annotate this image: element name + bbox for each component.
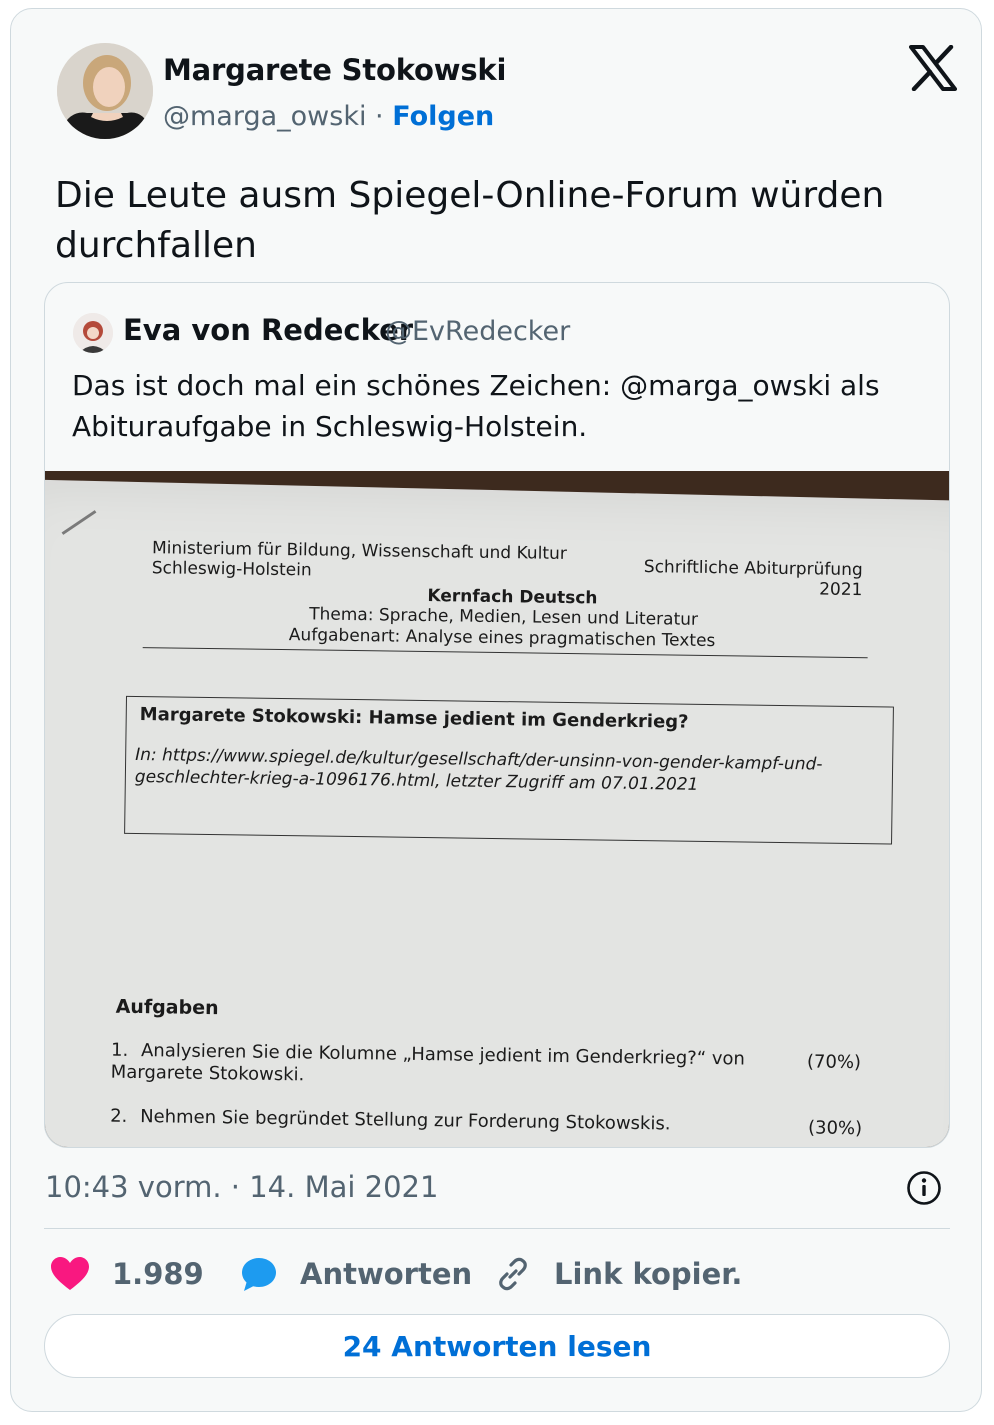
task-2-number: 2. xyxy=(109,1105,128,1127)
x-logo-icon[interactable] xyxy=(909,44,957,92)
ministry-block: Ministerium für Bildung, Wissenschaft un… xyxy=(152,538,567,584)
handle-separator: · xyxy=(366,101,393,132)
link-icon xyxy=(499,1257,527,1291)
tweet-timestamp[interactable]: 10:43 vorm. · 14. Mai 2021 xyxy=(45,1170,438,1204)
quote-author-name[interactable]: Eva von Redecker xyxy=(123,313,413,347)
quoted-tweet[interactable]: Eva von Redecker @EvRedecker Das ist doc… xyxy=(44,282,950,1148)
like-count: 1.989 xyxy=(112,1257,204,1291)
tweet-text: Die Leute ausm Spiegel-Online-Forum würd… xyxy=(55,175,885,266)
author-avatar[interactable] xyxy=(57,43,153,139)
task-1-weight: (70%) xyxy=(806,1051,862,1074)
reply-label: Antworten xyxy=(300,1257,473,1291)
reply-button[interactable]: Antworten xyxy=(240,1254,472,1294)
task-2-text: Nehmen Sie begründet Stellung zur Forder… xyxy=(139,1106,671,1135)
author-handle-row: @marga_owski · Folgen xyxy=(163,101,494,132)
copy-link-label: Link kopier. xyxy=(554,1257,743,1291)
read-replies-button[interactable]: 24 Antworten lesen xyxy=(44,1314,950,1378)
exam-line-2: 2021 xyxy=(819,579,863,601)
exam-subject: Kernfach Deutsch xyxy=(427,586,598,609)
follow-link[interactable]: Folgen xyxy=(392,101,494,132)
task-2: 2. Nehmen Sie begründet Stellung zur Ford… xyxy=(110,1106,671,1135)
task-1: 1. Analysieren Sie die Kolumne „Hamse jed… xyxy=(111,1040,772,1093)
divider xyxy=(44,1228,950,1229)
speech-bubble-icon xyxy=(242,1258,276,1291)
quote-author-handle[interactable]: @EvRedecker xyxy=(385,316,570,347)
task-2-weight: (30%) xyxy=(807,1117,863,1140)
task-1-text: Analysieren Sie die Kolumne „Hamse jedie… xyxy=(110,1040,746,1086)
author-name[interactable]: Margarete Stokowski xyxy=(163,53,506,87)
heart-icon xyxy=(51,1257,89,1290)
exam-line-1: Schriftliche Abiturprüfung xyxy=(643,557,863,581)
info-icon[interactable] xyxy=(906,1170,942,1206)
author-handle[interactable]: @marga_owski xyxy=(163,101,366,132)
task-1-number: 1. xyxy=(110,1039,129,1061)
copy-link-button[interactable]: Link kopier. xyxy=(494,1254,742,1294)
quote-author-avatar[interactable] xyxy=(73,313,113,353)
exam-block: Schriftliche Abiturprüfung 2021 xyxy=(643,557,863,601)
exam-photo[interactable]: Ministerium für Bildung, Wissenschaft un… xyxy=(45,471,949,1147)
exam-document: Ministerium für Bildung, Wissenschaft un… xyxy=(45,471,949,1147)
quote-text: Das ist doch mal ein schönes Zeichen: @m… xyxy=(72,369,880,443)
tasks-heading: Aufgaben xyxy=(115,995,219,1020)
header-rule xyxy=(142,647,868,659)
like-button[interactable]: 1.989 xyxy=(50,1254,204,1294)
